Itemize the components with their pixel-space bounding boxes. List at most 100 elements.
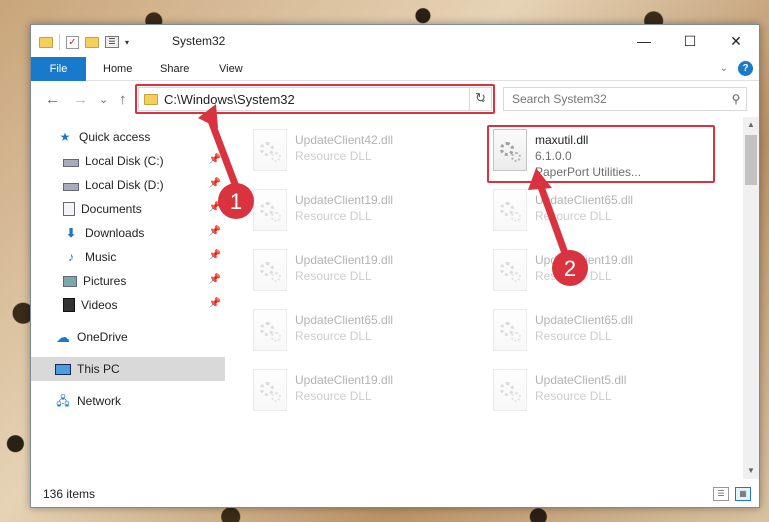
tab-file[interactable]: File: [31, 57, 86, 81]
help-icon[interactable]: ?: [738, 61, 753, 76]
ribbon-right: ⌄ ?: [720, 61, 753, 76]
file-name: UpdateClient19.dll: [295, 373, 394, 387]
file-tile[interactable]: UpdateClient5.dll Resource DLL: [489, 367, 719, 417]
scrollbar-thumb[interactable]: [745, 135, 757, 185]
pin-icon: 📌: [208, 226, 221, 237]
sidebar-item-local-disk-c[interactable]: Local Disk (C:) 📌: [31, 149, 225, 173]
file-type: Resource DLL: [295, 269, 372, 283]
file-type: Resource DLL: [535, 389, 612, 403]
sidebar-item-documents[interactable]: Documents 📌: [31, 197, 225, 221]
sidebar-item-label: Downloads: [85, 226, 145, 240]
dll-file-icon: [493, 189, 527, 231]
file-type: Resource DLL: [535, 269, 612, 283]
vertical-scrollbar[interactable]: ▲ ▼: [743, 117, 759, 479]
details-view-icon[interactable]: ☰: [713, 487, 729, 501]
tab-share[interactable]: Share: [148, 57, 201, 81]
sidebar-item-onedrive[interactable]: ☁ OneDrive: [31, 325, 225, 349]
file-name: UpdateClient19.dll: [295, 253, 394, 267]
file-tile[interactable]: UpdateClient19.dll Resource DLL: [489, 247, 719, 297]
back-arrow-icon[interactable]: ←: [45, 91, 60, 108]
navigation-bar: ← → ⌄ ↑ C:\Windows\System32 ⌄ ↻ ⚲: [31, 81, 759, 117]
sidebar-item-videos[interactable]: Videos 📌: [31, 293, 225, 317]
file-tile[interactable]: UpdateClient19.dll Resource DLL: [249, 187, 479, 237]
maximize-button[interactable]: ☐: [667, 25, 713, 57]
file-list: UpdateClient42.dll Resource DLL maxutil.…: [227, 117, 743, 479]
sidebar-item-this-pc[interactable]: This PC: [31, 357, 225, 381]
close-button[interactable]: ✕: [713, 25, 759, 57]
forward-arrow-icon[interactable]: →: [73, 91, 88, 108]
dll-file-icon: [253, 249, 287, 291]
this-pc-icon: [55, 363, 71, 375]
dll-file-icon: [253, 369, 287, 411]
sidebar-item-local-disk-d[interactable]: Local Disk (D:) 📌: [31, 173, 225, 197]
pin-icon: 📌: [208, 202, 221, 213]
ribbon-tabs: File Home Share View ⌄ ?: [31, 57, 759, 81]
file-type: Resource DLL: [295, 149, 372, 163]
window-title: System32: [172, 34, 226, 48]
expand-ribbon-icon[interactable]: ⌄: [720, 63, 728, 74]
dll-file-icon: [253, 189, 287, 231]
sidebar-item-network[interactable]: 🖧 Network: [31, 389, 225, 413]
download-icon: ⬇: [65, 226, 77, 240]
pin-icon: 📌: [208, 274, 221, 285]
sidebar-item-music[interactable]: ♪ Music 📌: [31, 245, 225, 269]
scroll-up-icon[interactable]: ▲: [743, 117, 759, 133]
videos-icon: [63, 298, 75, 312]
file-tile[interactable]: UpdateClient42.dll Resource DLL: [249, 127, 479, 177]
disk-icon: [63, 182, 79, 191]
status-bar: 136 items ☰ ▦: [31, 483, 759, 507]
document-icon: [63, 202, 75, 216]
pictures-icon: [63, 275, 77, 287]
file-name: UpdateClient19.dll: [295, 193, 394, 207]
file-explorer-window: ✓ ☰ ▾ System32 — ☐ ✕ File Home Share Vie…: [30, 24, 760, 508]
scroll-down-icon[interactable]: ▼: [743, 463, 759, 479]
tab-home[interactable]: Home: [91, 57, 144, 81]
up-arrow-icon[interactable]: ↑: [119, 91, 127, 108]
star-icon: ★: [59, 130, 71, 144]
file-name: UpdateClient42.dll: [295, 133, 394, 147]
toolbar-divider: [59, 34, 60, 50]
file-tile[interactable]: UpdateClient19.dll Resource DLL: [249, 367, 479, 417]
search-input[interactable]: [504, 92, 726, 106]
search-box[interactable]: ⚲: [503, 87, 747, 111]
navigation-pane: ★ Quick access Local Disk (C:) 📌 Local D…: [31, 117, 227, 479]
qa-dropdown-icon[interactable]: ▾: [125, 38, 129, 47]
sidebar-item-label: This PC: [77, 362, 120, 376]
file-tile[interactable]: UpdateClient65.dll Resource DLL: [489, 187, 719, 237]
network-icon: 🖧: [56, 394, 70, 408]
sidebar-item-label: Videos: [81, 298, 118, 312]
view-buttons: ☰ ▦: [713, 487, 751, 501]
large-icons-view-icon[interactable]: ▦: [735, 487, 751, 501]
properties-check-icon[interactable]: ✓: [66, 35, 79, 49]
sidebar-item-label: Quick access: [79, 130, 151, 144]
file-tile[interactable]: UpdateClient65.dll Resource DLL: [249, 307, 479, 357]
sidebar-item-label: Network: [77, 394, 122, 408]
search-icon[interactable]: ⚲: [726, 92, 746, 106]
title-bar: ✓ ☰ ▾ System32 — ☐ ✕: [31, 25, 759, 57]
file-name: UpdateClient65.dll: [535, 313, 634, 327]
sidebar-item-quick-access[interactable]: ★ Quick access: [31, 125, 225, 149]
minimize-button[interactable]: —: [621, 25, 667, 57]
file-name: UpdateClient65.dll: [535, 193, 634, 207]
sidebar-item-label: Pictures: [83, 274, 127, 288]
quick-access-toolbar: ✓ ☰ ▾: [39, 34, 129, 50]
pin-icon: 📌: [208, 154, 221, 165]
new-folder-icon[interactable]: [85, 36, 99, 48]
file-name: UpdateClient19.dll: [535, 253, 634, 267]
tab-view[interactable]: View: [207, 57, 255, 81]
disk-icon: [63, 158, 79, 167]
customize-icon[interactable]: ☰: [105, 36, 119, 48]
address-highlight-box: [135, 84, 495, 114]
file-tile[interactable]: UpdateClient19.dll Resource DLL: [249, 247, 479, 297]
recent-locations-icon[interactable]: ⌄: [99, 93, 108, 106]
file-highlight-box: [487, 125, 715, 183]
dll-file-icon: [253, 129, 287, 171]
dll-file-icon: [253, 309, 287, 351]
sidebar-item-downloads[interactable]: ⬇ Downloads 📌: [31, 221, 225, 245]
sidebar-item-pictures[interactable]: Pictures 📌: [31, 269, 225, 293]
folder-icon[interactable]: [39, 36, 53, 48]
sidebar-item-label: Local Disk (C:): [85, 154, 164, 168]
file-tile[interactable]: UpdateClient65.dll Resource DLL: [489, 307, 719, 357]
music-icon: ♪: [68, 250, 74, 264]
file-type: Resource DLL: [295, 329, 372, 343]
